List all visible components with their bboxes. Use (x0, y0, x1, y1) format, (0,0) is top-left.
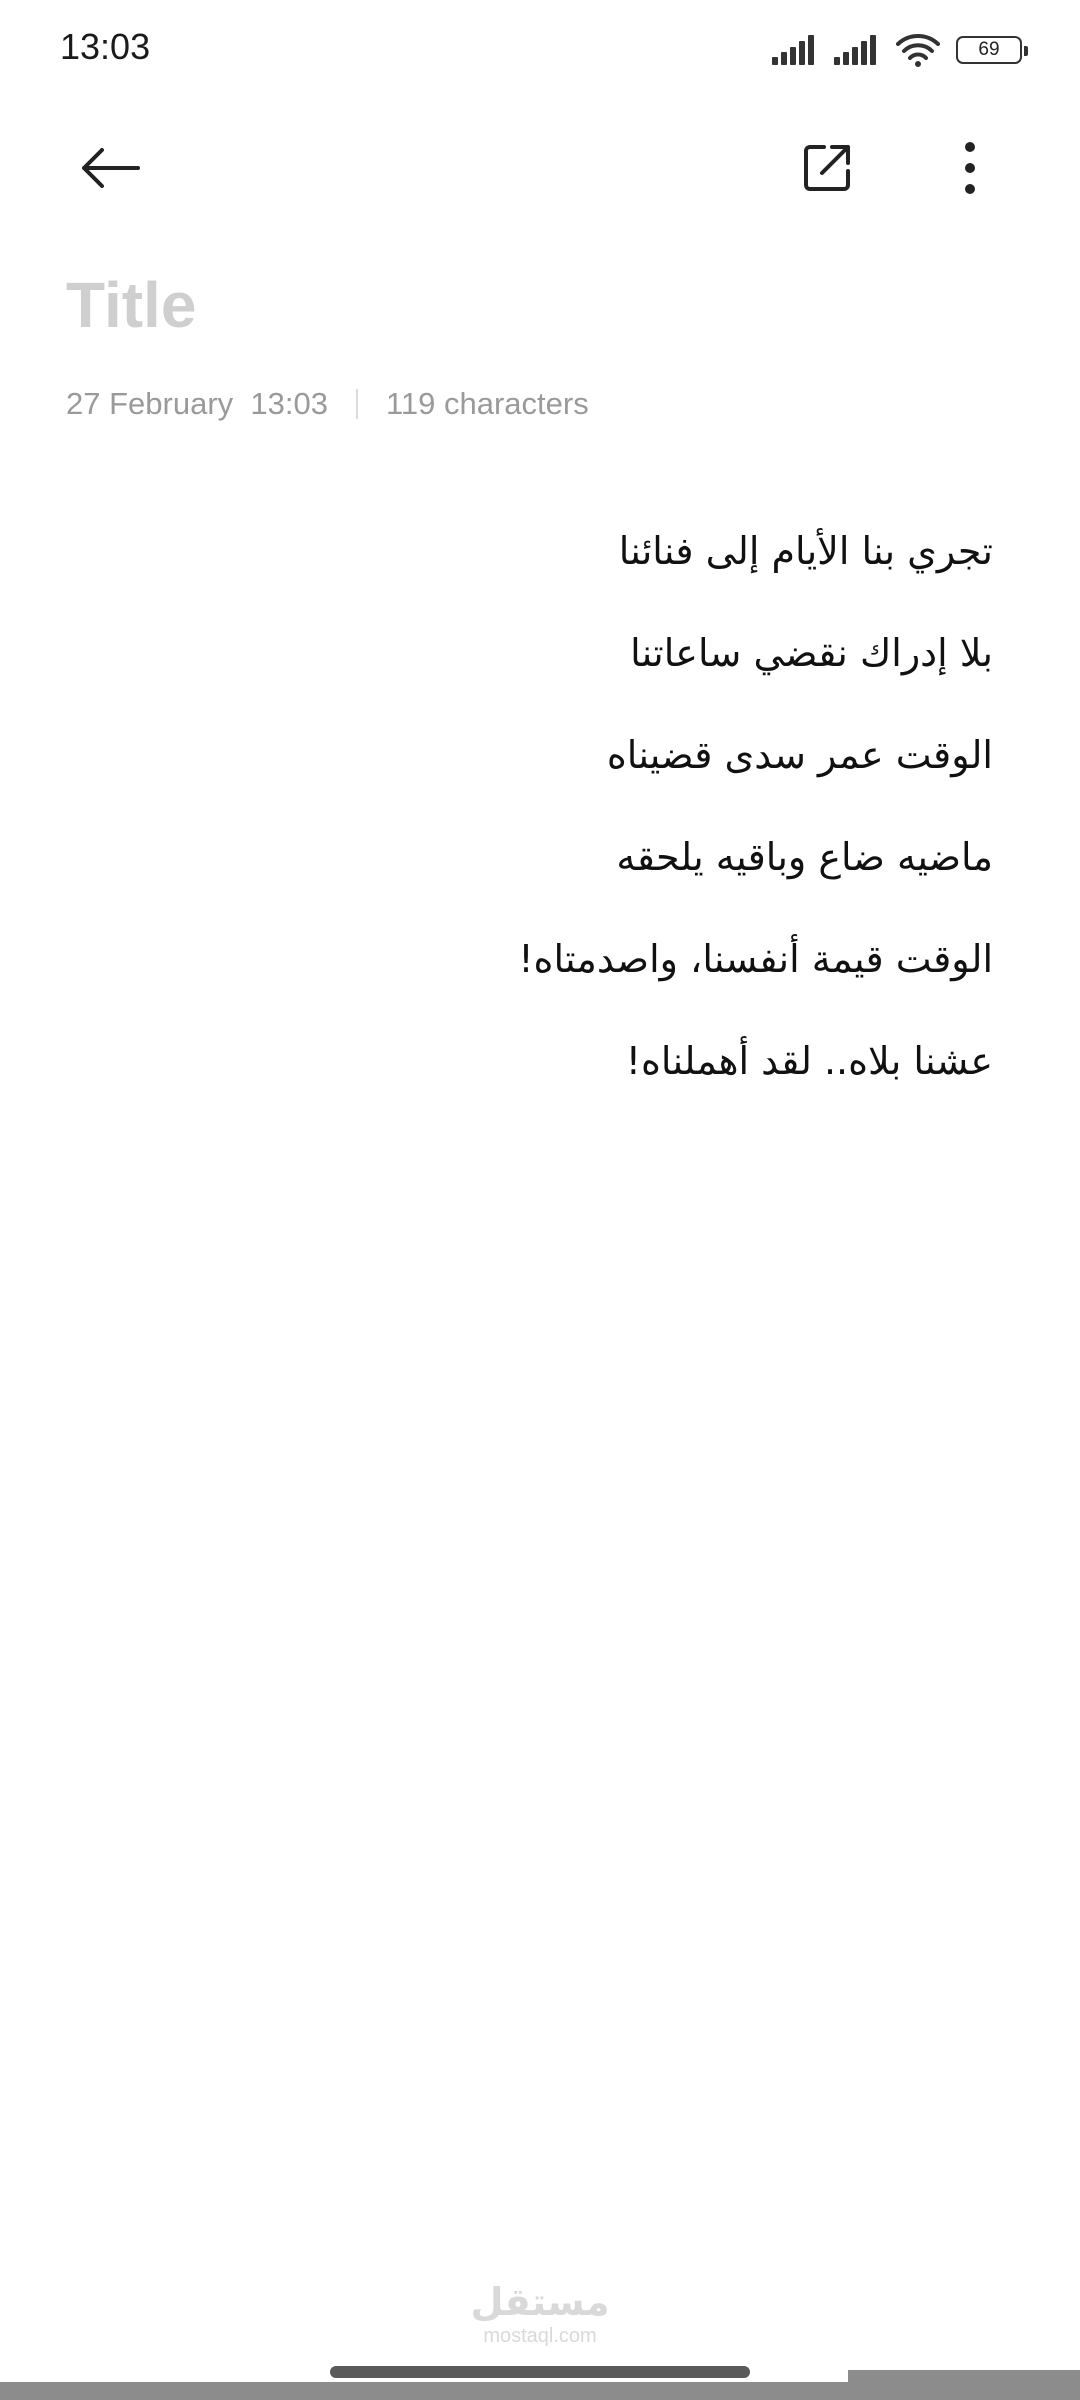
note-line: بلا إدراك نقضي ساعاتنا (630, 631, 993, 675)
status-bar: 13:03 69 (0, 0, 1080, 100)
note-line: ماضيه ضاع وباقيه يلحقه (616, 835, 993, 879)
note-line: تجري بنا الأيام إلى فنائنا (618, 529, 993, 573)
signal-icon (772, 35, 818, 65)
more-options-button[interactable] (925, 125, 1015, 215)
signal-icon (834, 35, 880, 65)
note-line: الوقت عمر سدى قضيناه (606, 733, 993, 777)
toolbar (0, 120, 1080, 220)
battery-icon: 69 (956, 36, 1028, 64)
share-icon (800, 141, 854, 199)
note-line: الوقت قيمة أنفسنا، واصدمتاه! (518, 937, 993, 981)
back-button[interactable] (65, 125, 155, 215)
character-count: 119 characters (385, 386, 589, 421)
home-indicator[interactable] (330, 2366, 750, 2378)
watermark-logo: مستقل (470, 2280, 610, 2324)
back-arrow-icon (78, 146, 142, 194)
note-title-input[interactable]: Title (66, 265, 1016, 345)
more-vert-icon (964, 141, 976, 199)
status-time: 13:03 (60, 26, 151, 67)
note-line: عشنا بلاه.. لقد أهملناه! (625, 1039, 993, 1083)
wifi-icon (896, 33, 940, 67)
share-button[interactable] (782, 125, 872, 215)
bottom-strip-right (848, 2370, 1080, 2400)
note-meta: 27 February 13:03 119 characters (66, 384, 589, 424)
note-body[interactable]: تجري بنا الأيام إلى فنائنا بلا إدراك نقض… (66, 500, 993, 1112)
watermark-url: mostaql.com (483, 2325, 597, 2347)
status-icons: 69 (772, 32, 1028, 68)
watermark: مستقل mostaql.com (440, 2280, 640, 2348)
note-date: 27 February 13:03 (66, 386, 328, 421)
battery-level: 69 (978, 39, 1000, 60)
meta-divider (355, 389, 358, 419)
